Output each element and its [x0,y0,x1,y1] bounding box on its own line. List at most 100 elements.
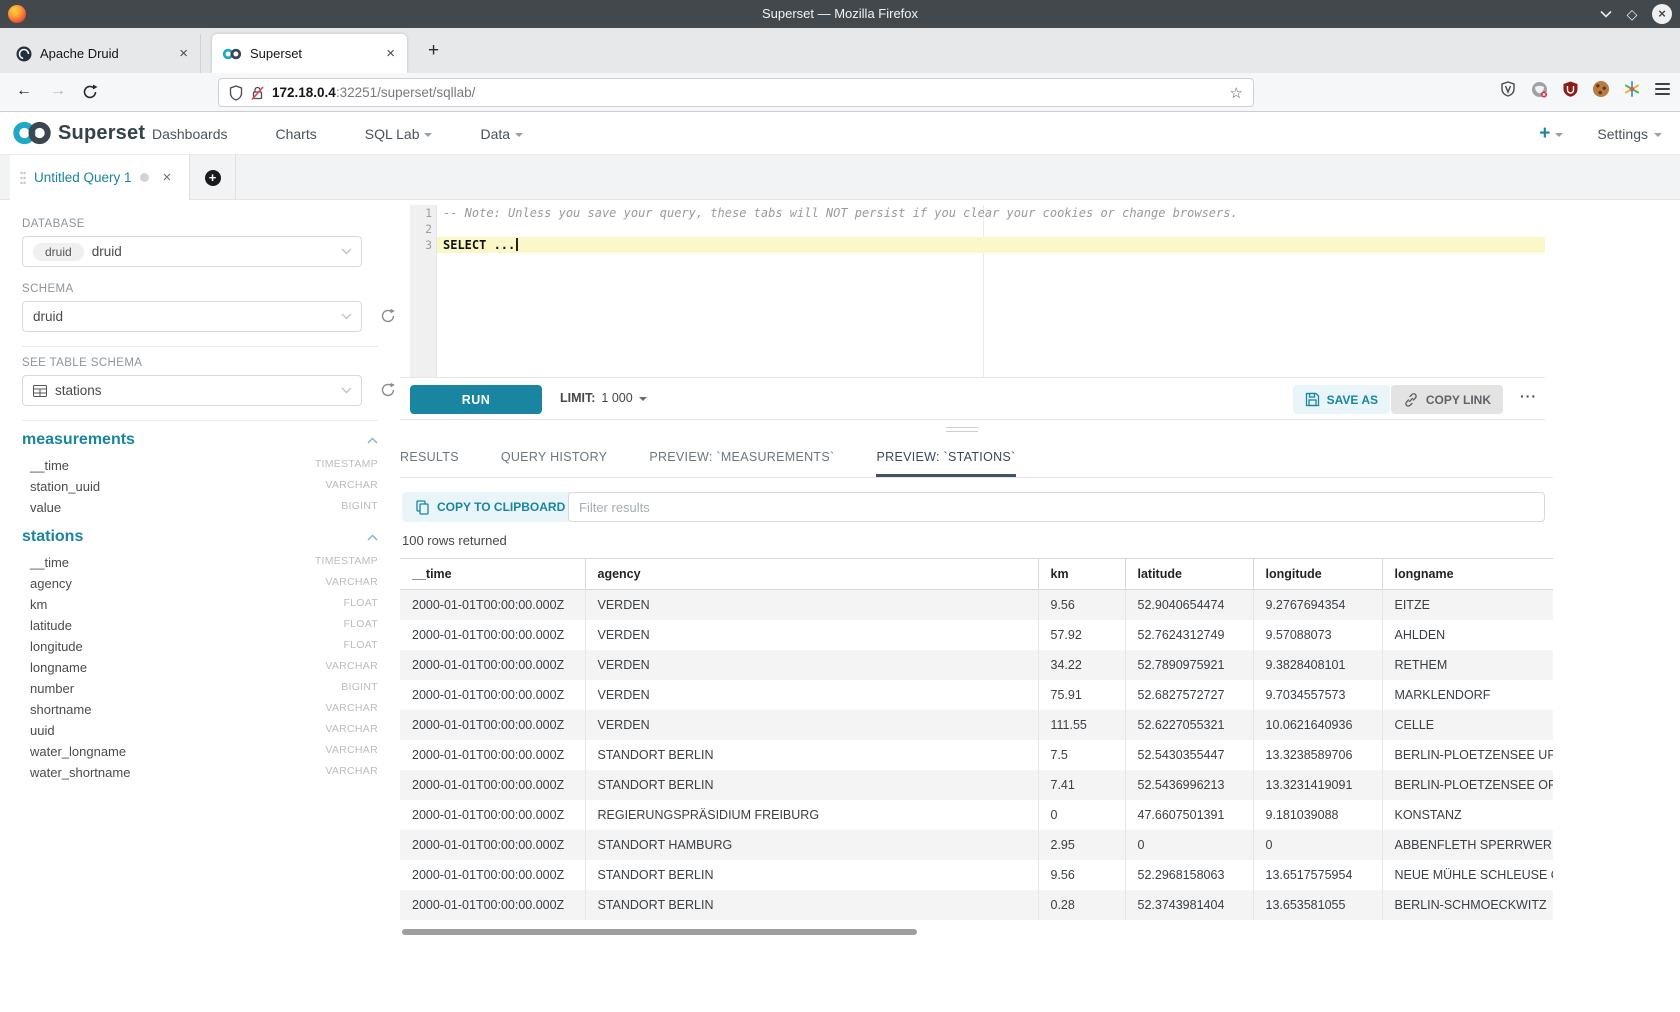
nav-data[interactable]: Data [480,126,523,142]
table-row[interactable]: 2000-01-01T00:00:00.000ZSTANDORT BERLIN0… [400,890,1553,920]
results-tab-preview-stations[interactable]: PREVIEW: `STATIONS` [876,450,1015,477]
query-tab-untitled[interactable]: Untitled Query 1 × [10,155,190,200]
table-cell: 52.5430355447 [1125,740,1253,770]
column-header-km[interactable]: km [1038,559,1125,590]
menu-hamburger-icon[interactable] [1655,80,1670,98]
table-row[interactable]: 2000-01-01T00:00:00.000ZVERDEN9.5652.904… [400,590,1553,621]
table-cell: 0 [1253,830,1382,860]
schema-column-row: longitudeFLOAT [22,636,378,657]
extension-ublock-icon[interactable] [1563,81,1578,97]
table-cell: 2000-01-01T00:00:00.000Z [400,650,585,680]
extension-mask-icon[interactable] [1531,81,1548,98]
database-select[interactable]: druid druid [22,236,362,267]
bookmark-star-icon[interactable]: ☆ [1230,84,1243,102]
tracking-shield-icon[interactable] [229,85,243,101]
table-row[interactable]: 2000-01-01T00:00:00.000ZVERDEN57.9252.76… [400,620,1553,650]
results-tab-preview-measurements[interactable]: PREVIEW: `MEASUREMENTS` [649,450,834,477]
editor-code-line[interactable] [437,221,1545,237]
rows-returned-text: 100 rows returned [402,533,507,548]
table-row[interactable]: 2000-01-01T00:00:00.000ZSTANDORT BERLIN9… [400,860,1553,890]
browser-tab-apache-druid[interactable]: Apache Druid × [6,34,201,73]
table-row[interactable]: 2000-01-01T00:00:00.000ZVERDEN111.5552.6… [400,710,1553,740]
column-name: value [30,500,61,515]
pane-resize-handle[interactable] [946,424,978,435]
table-row[interactable]: 2000-01-01T00:00:00.000ZSTANDORT BERLIN7… [400,740,1553,770]
extension-shield-v-icon[interactable] [1500,81,1516,97]
divider [22,346,378,347]
superset-infinity-icon [12,120,52,146]
drag-dots-icon[interactable] [20,171,26,185]
schema-select[interactable]: druid [22,301,362,332]
table-select[interactable]: stations [22,375,362,406]
table-cell: BERLIN-PLOETZENSEE OP [1382,770,1553,800]
table-cell: 13.6517575954 [1253,860,1382,890]
window-minimize-button[interactable] [1596,4,1616,24]
editor-code-line[interactable]: SELECT ... [437,237,1545,253]
column-header-agency[interactable]: agency [585,559,1038,590]
collapse-caret-icon[interactable] [367,534,378,541]
add-new-button[interactable]: + [1539,123,1563,145]
table-row[interactable]: 2000-01-01T00:00:00.000ZSTANDORT HAMBURG… [400,830,1553,860]
table-cell: 9.2767694354 [1253,590,1382,621]
extension-snowflake-icon[interactable] [1624,81,1640,97]
refresh-table-icon[interactable] [380,382,396,398]
column-type: TIMESTAMP [315,555,378,570]
run-button[interactable]: RUN [410,385,542,414]
new-tab-button[interactable]: + [428,42,439,60]
table-cell: 52.7890975921 [1125,650,1253,680]
nav-dashboards[interactable]: Dashboards [152,126,228,142]
column-type: VARCHAR [325,479,378,494]
column-header-__time[interactable]: __time [400,559,585,590]
results-tab-results[interactable]: RESULTS [400,450,459,477]
filter-results-input[interactable] [568,492,1545,522]
settings-menu[interactable]: Settings [1597,126,1662,142]
table-row[interactable]: 2000-01-01T00:00:00.000ZREGIERUNGSPRÄSID… [400,800,1553,830]
column-header-longname[interactable]: longname [1382,559,1553,590]
column-header-longitude[interactable]: longitude [1253,559,1382,590]
editor-code-line[interactable]: -- Note: Unless you save your query, the… [437,205,1545,221]
url-bar[interactable]: 172.18.0.4:32251/superset/sqllab/ ☆ [218,78,1254,107]
more-options-button[interactable]: ··· [1520,388,1537,404]
table-schema-header[interactable]: stations [22,528,378,546]
table-row[interactable]: 2000-01-01T00:00:00.000ZVERDEN34.2252.78… [400,650,1553,680]
sql-editor[interactable]: 1-- Note: Unless you save your query, th… [410,205,1545,377]
column-header-latitude[interactable]: latitude [1125,559,1253,590]
reload-button[interactable] [82,84,98,100]
window-maximize-button[interactable]: ◇ [1622,4,1642,24]
table-schema-header[interactable]: measurements [22,431,378,449]
horizontal-scrollbar[interactable] [402,929,917,935]
collapse-caret-icon[interactable] [367,437,378,444]
limit-dropdown[interactable]: LIMIT: 1 000 [560,391,647,405]
schema-column-row: kmFLOAT [22,594,378,615]
extension-cookie-icon[interactable] [1593,81,1609,97]
column-name: number [30,681,74,696]
url-text[interactable]: 172.18.0.4:32251/superset/sqllab/ [272,85,1222,100]
forward-button[interactable]: → [50,82,66,100]
table-header-row: __timeagencykmlatitudelongitudelongname [400,559,1553,590]
table-row[interactable]: 2000-01-01T00:00:00.000ZVERDEN75.9152.68… [400,680,1553,710]
back-button[interactable]: ← [16,82,32,100]
tab-close-icon[interactable]: × [384,45,397,62]
copy-to-clipboard-button[interactable]: COPY TO CLIPBOARD [402,492,579,522]
query-state-dot [140,173,149,182]
nav-sql-lab[interactable]: SQL Lab [365,126,433,142]
refresh-schema-icon[interactable] [380,308,396,324]
nav-charts[interactable]: Charts [276,126,317,142]
save-as-button[interactable]: SAVE AS [1293,385,1390,414]
results-tab-query-history[interactable]: QUERY HISTORY [501,450,607,477]
query-tab-close-icon[interactable]: × [163,169,172,186]
schema-column-row: valueBIGINT [22,497,378,518]
window-close-button[interactable]: × [1652,4,1672,24]
table-cell: 2000-01-01T00:00:00.000Z [400,830,585,860]
insecure-lock-icon[interactable] [251,85,264,101]
copy-link-button[interactable]: COPY LINK [1391,385,1503,414]
table-row[interactable]: 2000-01-01T00:00:00.000ZSTANDORT BERLIN7… [400,770,1553,800]
limit-value: 1 000 [601,391,632,405]
tab-close-icon[interactable]: × [177,45,190,62]
superset-logo[interactable]: Superset [12,120,145,146]
browser-tab-superset[interactable]: Superset × [212,34,407,73]
column-type: VARCHAR [325,744,378,759]
new-query-tab-button[interactable]: + [190,155,236,200]
table-cell: 9.3828408101 [1253,650,1382,680]
column-type: FLOAT [343,639,378,654]
